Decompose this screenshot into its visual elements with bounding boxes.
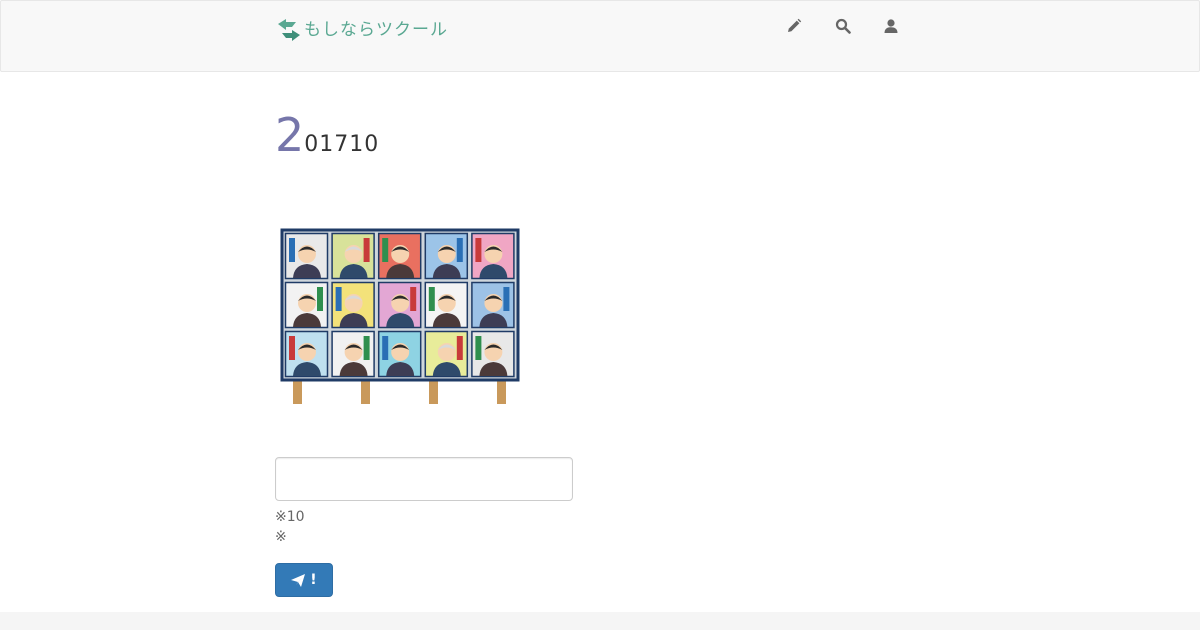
poster-cell	[471, 330, 515, 378]
nav-account-button[interactable]	[879, 14, 903, 38]
submit-label: !	[310, 572, 317, 588]
poster-cell	[424, 281, 469, 329]
navbar: もしならツクール	[0, 0, 1200, 72]
user-icon	[884, 19, 898, 33]
poster-cell	[331, 330, 375, 378]
title-rest: 01710	[304, 132, 380, 157]
poster-cell	[471, 232, 515, 280]
poster-cell	[377, 330, 422, 378]
submit-button[interactable]: !	[275, 563, 333, 597]
poster-cell	[424, 330, 469, 378]
poster-cell	[284, 281, 329, 329]
pencil-icon	[788, 18, 802, 32]
election-poster-board-image	[280, 228, 520, 404]
poster-cell	[331, 232, 375, 280]
search-icon	[835, 18, 851, 34]
poster-cell	[377, 281, 422, 329]
note-character-limit: ※10	[275, 509, 305, 525]
poster-cell	[471, 281, 515, 329]
brand-name: もしならツクール	[304, 20, 448, 40]
footer	[0, 612, 1200, 630]
poster-cell	[284, 232, 329, 280]
nav-edit-button[interactable]	[782, 14, 806, 38]
poster-cell	[424, 232, 469, 280]
arrows-logo-icon	[278, 19, 300, 41]
brand-link[interactable]: もしならツクール	[276, 17, 448, 43]
poster-cell	[377, 232, 422, 280]
page-title: 201710	[275, 110, 379, 171]
nav-search-button[interactable]	[831, 14, 855, 38]
title-first-digit: 2	[275, 108, 305, 162]
paper-plane-icon	[291, 573, 306, 587]
poster-cell	[284, 330, 329, 378]
poster-cell	[331, 281, 375, 329]
note-remark: ※	[275, 529, 287, 545]
text-input[interactable]	[275, 457, 573, 501]
